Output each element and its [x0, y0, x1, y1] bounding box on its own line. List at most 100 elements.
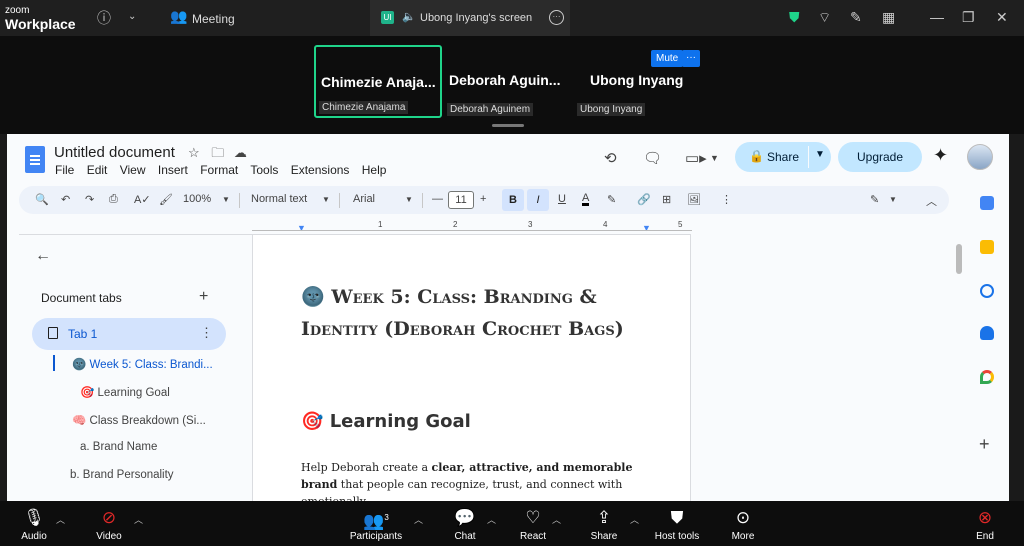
- undo-icon[interactable]: ↶: [61, 193, 70, 206]
- add-tab-icon[interactable]: +: [199, 288, 208, 306]
- meet-video-icon[interactable]: ▭▸: [685, 149, 707, 167]
- chevron-down-icon[interactable]: ▼: [889, 195, 897, 204]
- back-arrow-icon[interactable]: ←: [35, 247, 51, 265]
- view-layout-icon[interactable]: ▦: [882, 9, 895, 26]
- share-screen-button[interactable]: ⇪ Share: [589, 509, 619, 543]
- account-avatar[interactable]: [967, 144, 993, 170]
- goal-paragraph[interactable]: Help Deborah create a clear, attractive,…: [301, 459, 651, 501]
- video-options-caret[interactable]: ︿: [134, 513, 143, 526]
- video-button[interactable]: ⊘ Video: [93, 509, 125, 543]
- editing-mode-icon[interactable]: ✎: [870, 193, 879, 206]
- info-icon[interactable]: ⓘ: [97, 8, 111, 28]
- chevron-down-icon[interactable]: ▼: [222, 195, 230, 204]
- add-addon-icon[interactable]: +: [979, 434, 990, 455]
- menu-insert[interactable]: Insert: [158, 163, 188, 177]
- participants-options-caret[interactable]: ︿: [414, 513, 423, 526]
- participant-more-button[interactable]: ···: [682, 50, 700, 67]
- contacts-icon[interactable]: [980, 326, 994, 340]
- comments-icon[interactable]: 🗨: [643, 149, 662, 167]
- italic-button[interactable]: I: [527, 189, 549, 211]
- end-meeting-button[interactable]: ⊗ End: [970, 509, 1000, 543]
- decrease-font-size-icon[interactable]: —: [432, 193, 443, 205]
- menu-format[interactable]: Format: [200, 163, 238, 177]
- shield-icon[interactable]: ⛊: [789, 9, 800, 26]
- insert-image-icon[interactable]: 🖼: [687, 193, 701, 206]
- share-dropdown-icon[interactable]: ▼: [815, 149, 825, 160]
- more-tools-icon[interactable]: ⋮: [721, 193, 732, 206]
- menu-view[interactable]: View: [120, 163, 146, 177]
- outline-item-brand-personality[interactable]: b. Brand Personality: [70, 469, 174, 481]
- outline-item-learning-goal[interactable]: 🎯 Learning Goal: [80, 385, 170, 399]
- more-options-icon[interactable]: ···: [549, 10, 564, 25]
- add-comment-icon[interactable]: ⊞: [662, 193, 671, 206]
- learning-goal-heading[interactable]: 🎯 Learning Goal: [301, 411, 471, 432]
- vertical-scrollbar[interactable]: [956, 244, 962, 274]
- outline-item-week5[interactable]: 🌚 Week 5: Class: Brandi...: [72, 357, 213, 371]
- meeting-label[interactable]: Meeting: [192, 12, 235, 26]
- screen-share-tab[interactable]: UI 🔈 Ubong Inyang's screen: [370, 0, 570, 36]
- font-select[interactable]: Arial: [353, 193, 375, 205]
- outline-item-class-breakdown[interactable]: 🧠 Class Breakdown (Si...: [72, 413, 206, 427]
- maps-icon[interactable]: [980, 370, 994, 384]
- style-select[interactable]: Normal text: [251, 193, 307, 205]
- menu-tools[interactable]: Tools: [250, 163, 278, 177]
- share-options-caret[interactable]: ︿: [630, 513, 639, 526]
- gemini-sparkle-icon[interactable]: ✦: [933, 145, 948, 166]
- more-button[interactable]: ⊙ More: [728, 509, 758, 543]
- spellcheck-icon[interactable]: A✓: [134, 193, 151, 206]
- tab-options-icon[interactable]: ⋮: [200, 325, 213, 341]
- menu-edit[interactable]: Edit: [87, 163, 108, 177]
- ruler[interactable]: ▼ 1 2 3 4 ▼ 5: [252, 220, 952, 234]
- zoom-select[interactable]: 100%: [183, 193, 211, 205]
- menu-extensions[interactable]: Extensions: [291, 163, 350, 177]
- chevron-down-icon[interactable]: ▼: [405, 195, 413, 204]
- text-color-button[interactable]: A: [582, 193, 590, 206]
- chat-options-caret[interactable]: ︿: [487, 513, 496, 526]
- upgrade-button[interactable]: Upgrade: [838, 142, 922, 172]
- restore-icon[interactable]: ❐: [962, 9, 975, 26]
- highlight-pen-icon[interactable]: ✎: [607, 193, 616, 206]
- chevron-down-icon[interactable]: ▼: [322, 195, 330, 204]
- menu-file[interactable]: File: [55, 163, 74, 177]
- strip-drag-handle[interactable]: [492, 124, 524, 127]
- search-menus-icon[interactable]: 🔍: [35, 193, 49, 206]
- mute-button[interactable]: Mute: [651, 50, 684, 67]
- pen-icon[interactable]: ✎: [850, 9, 862, 26]
- audio-button[interactable]: 🎙 Audio: [18, 509, 50, 543]
- move-folder-icon[interactable]: 🗀: [211, 145, 224, 160]
- insert-link-icon[interactable]: 🔗: [637, 193, 651, 206]
- cloud-status-icon[interactable]: ☁: [234, 145, 247, 160]
- underline-button[interactable]: U: [558, 193, 566, 205]
- chat-button[interactable]: 💬 Chat: [450, 509, 480, 543]
- week-heading[interactable]: 🌚 Week 5: Class: Branding & Identity (De…: [301, 281, 651, 345]
- indent-marker-left[interactable]: ▼: [297, 223, 306, 233]
- document-page[interactable]: 🌚 Week 5: Class: Branding & Identity (De…: [252, 234, 691, 501]
- docs-logo-icon[interactable]: [25, 146, 45, 173]
- wifi-icon[interactable]: ⌔: [818, 9, 831, 27]
- participant-tile-2[interactable]: Deborah Aguin... Deborah Aguinem: [444, 45, 572, 118]
- document-title[interactable]: Untitled document: [54, 144, 175, 161]
- bold-button[interactable]: B: [502, 189, 524, 211]
- calendar-icon[interactable]: [980, 196, 994, 210]
- share-button[interactable]: 🔒 Share ▼: [735, 142, 831, 172]
- collapse-menus-icon[interactable]: ︿: [926, 193, 937, 209]
- participant-tile-1[interactable]: Chimezie Anaja... Chimezie Anajama: [314, 45, 442, 118]
- indent-marker-right[interactable]: ▼: [642, 223, 651, 233]
- close-icon[interactable]: ✕: [996, 9, 1008, 26]
- chevron-down-icon[interactable]: ▼: [710, 153, 719, 163]
- redo-icon[interactable]: ↷: [85, 193, 94, 206]
- font-size-input[interactable]: 11: [448, 191, 474, 209]
- version-history-icon[interactable]: ⟲: [604, 149, 617, 167]
- minimize-icon[interactable]: —: [930, 9, 944, 25]
- tab-1[interactable]: Tab 1 ⋮: [32, 318, 226, 350]
- increase-font-size-icon[interactable]: +: [480, 193, 486, 205]
- paint-format-icon[interactable]: 🖌: [159, 193, 173, 206]
- audio-options-caret[interactable]: ︿: [56, 513, 65, 526]
- chevron-down-icon[interactable]: ⌄: [128, 11, 136, 22]
- tasks-icon[interactable]: [980, 284, 994, 298]
- star-icon[interactable]: ☆: [188, 145, 200, 160]
- print-icon[interactable]: ⎙: [109, 193, 118, 206]
- menu-help[interactable]: Help: [362, 163, 387, 177]
- participants-button[interactable]: 👥3 Participants: [346, 509, 406, 542]
- react-options-caret[interactable]: ︿: [552, 513, 561, 526]
